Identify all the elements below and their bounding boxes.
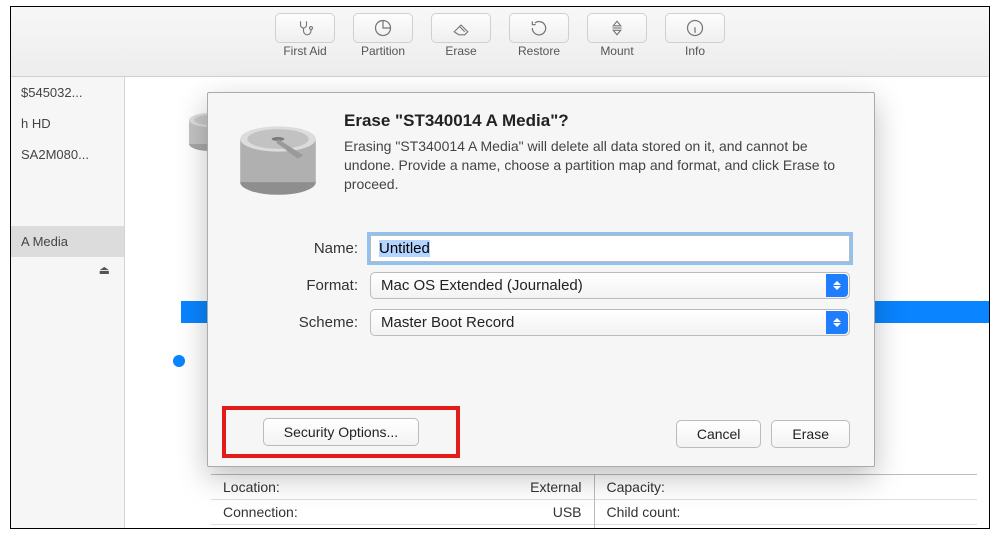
volume-dot: [173, 355, 185, 367]
name-label: Name:: [232, 240, 370, 257]
format-value: Mac OS Extended (Journaled): [381, 277, 583, 294]
toolbar: First Aid Partition Erase Restore Mount: [11, 7, 989, 77]
sidebar-item[interactable]: $545032...: [11, 77, 124, 108]
capacity-label: Capacity:: [607, 479, 665, 495]
info-icon: [665, 13, 725, 43]
format-label: Format:: [232, 277, 370, 294]
connection-value: USB: [553, 504, 582, 520]
sidebar-item[interactable]: SA2M080...: [11, 139, 124, 170]
stethoscope-icon: [275, 13, 335, 43]
select-arrows-icon: [826, 274, 848, 297]
toolbar-restore[interactable]: Restore: [503, 13, 575, 58]
location-label: Location:: [223, 479, 280, 495]
pie-icon: [353, 13, 413, 43]
disk-icon: [232, 111, 324, 203]
app-window: First Aid Partition Erase Restore Mount: [10, 6, 990, 529]
toolbar-mount[interactable]: Mount: [581, 13, 653, 58]
connection-label: Connection:: [223, 504, 298, 520]
erase-button[interactable]: Erase: [771, 420, 850, 448]
child-count-label: Child count:: [607, 504, 681, 520]
toolbar-label: Restore: [518, 44, 560, 58]
toolbar-partition[interactable]: Partition: [347, 13, 419, 58]
toolbar-erase[interactable]: Erase: [425, 13, 497, 58]
disk-details: Location: External Connection: USB Capac…: [211, 474, 977, 528]
mount-icon: [587, 13, 647, 43]
sidebar: $545032... h HD SA2M080... A Media ⏏: [11, 77, 125, 528]
toolbar-label: First Aid: [283, 44, 326, 58]
name-input[interactable]: [370, 235, 850, 262]
toolbar-label: Info: [685, 44, 705, 58]
location-value: External: [530, 479, 581, 495]
scheme-label: Scheme:: [232, 314, 370, 331]
eraser-icon: [431, 13, 491, 43]
sidebar-item-selected[interactable]: A Media: [11, 226, 124, 257]
dialog-body: Erasing "ST340014 A Media" will delete a…: [344, 137, 850, 194]
select-arrows-icon: [826, 311, 848, 334]
toolbar-info[interactable]: Info: [659, 13, 731, 58]
format-select[interactable]: Mac OS Extended (Journaled): [370, 272, 850, 299]
scheme-select[interactable]: Master Boot Record: [370, 309, 850, 336]
toolbar-label: Partition: [361, 44, 405, 58]
sidebar-item[interactable]: h HD: [11, 108, 124, 139]
eject-icon[interactable]: ⏏: [11, 257, 124, 283]
toolbar-first-aid[interactable]: First Aid: [269, 13, 341, 58]
restore-icon: [509, 13, 569, 43]
erase-dialog: Erase "ST340014 A Media"? Erasing "ST340…: [207, 92, 875, 467]
scheme-value: Master Boot Record: [381, 314, 514, 331]
cancel-button[interactable]: Cancel: [676, 420, 762, 448]
toolbar-label: Mount: [600, 44, 633, 58]
dialog-title: Erase "ST340014 A Media"?: [344, 111, 850, 131]
toolbar-label: Erase: [445, 44, 476, 58]
